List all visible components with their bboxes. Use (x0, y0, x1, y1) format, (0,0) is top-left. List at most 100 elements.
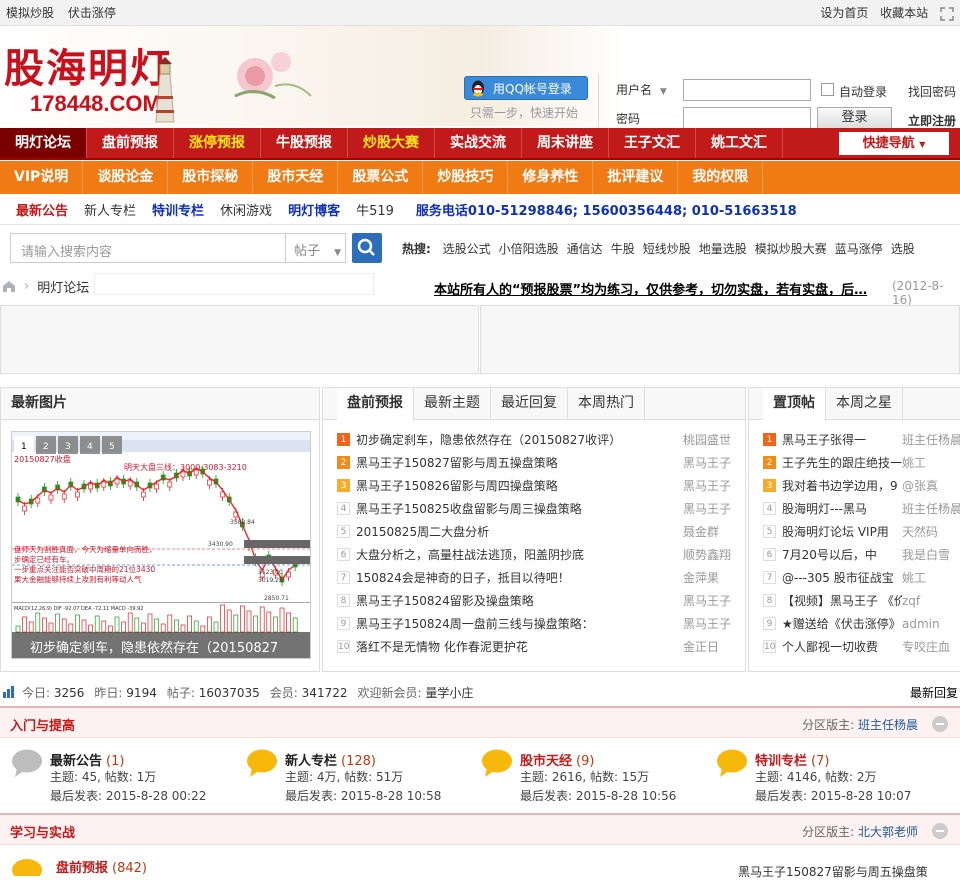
notice-text[interactable]: 本站所有人的“预报股票”均为练习，仅供参考，切勿实盘，若有实盘，后… (434, 279, 867, 298)
forum-last-post[interactable]: 最后发表: 2015-8-28 00:22 (50, 787, 206, 804)
link-set-homepage[interactable]: 设为首页 (820, 6, 868, 20)
list-item-title[interactable]: 黑马王子张得一 (782, 431, 902, 448)
list-item-author[interactable]: 姚工 (902, 454, 960, 471)
tab-2[interactable]: 最近回复 (491, 388, 568, 420)
subnav-item-8[interactable]: 我的权限 (678, 161, 764, 194)
list-item[interactable]: 1 黑马王子张得一 班主任杨晨 (763, 428, 960, 451)
hot-search-item[interactable]: 牛股 (611, 242, 635, 256)
list-item-author[interactable]: 金正日 (683, 638, 745, 655)
list-item-author[interactable]: 黑马王子 (683, 592, 745, 609)
ad-banner-left[interactable] (0, 305, 479, 374)
quicklink-5[interactable]: 牛519 (356, 200, 394, 219)
forum-name[interactable]: 特训专栏 (7) (755, 750, 829, 769)
search-type-select[interactable]: 帖子 ▼ (285, 234, 345, 262)
section-title[interactable]: 学习与实战 (10, 822, 75, 841)
hot-search-item[interactable]: 蓝马涨停 (835, 242, 883, 256)
forum-last-post[interactable]: 黑马王子150827留影与周五操盘策 (738, 863, 928, 880)
forum-last-post[interactable]: 最后发表: 2015-8-28 10:58 (285, 787, 441, 804)
list-item[interactable]: 9 ★赠送给《伏击涨停》 admin (763, 612, 960, 635)
forum-name[interactable]: 新人专栏 (128) (285, 750, 376, 769)
list-item-author[interactable]: zqf (902, 594, 960, 608)
list-item[interactable]: 5 股海明灯论坛 VIP用 天然码 (763, 520, 960, 543)
nav-item-2[interactable]: 涨停预报 (174, 128, 261, 158)
list-item-title[interactable]: 我对着书边学边用，9 (782, 477, 902, 494)
list-item-title[interactable]: 落红不是无情物 化作春泥更护花 (356, 638, 683, 655)
list-item-title[interactable]: 黑马王子150825收盘留影与周三操盘策略 (356, 500, 683, 517)
list-item-author[interactable]: 桃园盛世 (683, 431, 745, 448)
auto-login-label[interactable]: 自动登录 (839, 83, 887, 100)
list-item[interactable]: 7 150824会是神奇的日子，抵目以待吧！ 金萍果 (337, 566, 745, 589)
list-item[interactable]: 1 初步确定刹车，隐患依然存在（20150827收评） 桃园盛世 (337, 428, 745, 451)
find-password-link[interactable]: 找回密码 (908, 83, 956, 100)
search-button[interactable] (352, 233, 382, 263)
list-item[interactable]: 3 我对着书边学边用，9 @张真 (763, 474, 960, 497)
list-item-author[interactable]: 黑马王子 (683, 477, 745, 494)
list-item-title[interactable]: 个人鄙视一切收费 (782, 638, 902, 655)
list-item-title[interactable]: 股海明灯论坛 VIP用 (782, 523, 902, 540)
fullscreen-icon[interactable] (940, 6, 954, 21)
hot-search-item[interactable]: 选股 (891, 242, 915, 256)
list-item[interactable]: 7 @---305 股市征战宝 姚工 (763, 566, 960, 589)
forum-block[interactable]: 最新公告 (1) 主题: 45, 帖数: 1万 最后发表: 2015-8-28 00:… (10, 748, 240, 808)
subnav-item-2[interactable]: 股市探秘 (168, 161, 254, 194)
link-ambush-limit-up[interactable]: 伏击涨停 (68, 6, 116, 20)
list-item[interactable]: 2 黑马王子150827留影与周五操盘策略 黑马王子 (337, 451, 745, 474)
list-item[interactable]: 9 黑马王子150824周一盘前三线与操盘策略： 黑马王子 (337, 612, 745, 635)
list-item[interactable]: 6 大盘分析之，高量柱战法逃顶，阳盖阴抄底 顺势鑫翔 (337, 543, 745, 566)
tab-0[interactable]: 盘前预报 (337, 388, 414, 421)
quicklink-3[interactable]: 休闲游戏 (220, 200, 272, 219)
breadcrumb-current[interactable]: 明灯论坛 (37, 277, 89, 296)
nav-item-5[interactable]: 实战交流 (435, 128, 522, 158)
quick-nav-button[interactable]: 快捷导航 ▼ (838, 131, 950, 156)
list-item[interactable]: 5 20150825周二大盘分析 聂金群 (337, 520, 745, 543)
forum-name[interactable]: 最新公告 (1) (50, 750, 124, 769)
register-link[interactable]: 立即注册 (908, 112, 956, 129)
latest-reply-link[interactable]: 最新回复 (910, 684, 958, 701)
list-item-title[interactable]: 股海明灯---黑马 (782, 500, 902, 517)
moderator-link[interactable]: 班主任杨晨 (858, 718, 918, 732)
list-item-author[interactable]: 金萍果 (683, 569, 745, 586)
moderator-link[interactable]: 北大郭老师 (858, 825, 918, 839)
list-item[interactable]: 3 黑马王子150826留影与周四操盘策略 黑马王子 (337, 474, 745, 497)
quicklink-2[interactable]: 特训专栏 (152, 200, 204, 219)
list-item[interactable]: 2 王子先生的跟庄绝技一 姚工 (763, 451, 960, 474)
list-item-title[interactable]: 7月20号以后，中 (782, 546, 902, 563)
nav-item-0[interactable]: 明灯论坛 (0, 128, 87, 158)
collapse-icon[interactable] (932, 716, 948, 732)
list-item-author[interactable]: 顺势鑫翔 (683, 546, 745, 563)
forum-name-pre-market[interactable]: 盘前预报 (842) (56, 857, 147, 876)
subnav-item-4[interactable]: 股票公式 (338, 161, 424, 194)
list-item-author[interactable]: 班主任杨晨 (902, 431, 960, 448)
list-item-title[interactable]: 【视频】黑马王子 《价升 (782, 592, 902, 609)
forum-last-post[interactable]: 最后发表: 2015-8-28 10:07 (755, 787, 911, 804)
list-item-author[interactable]: 姚工 (902, 569, 960, 586)
nav-item-7[interactable]: 王子文汇 (609, 128, 696, 158)
hot-search-item[interactable]: 地量选股 (699, 242, 747, 256)
subnav-item-6[interactable]: 修身养性 (508, 161, 594, 194)
list-item-title[interactable]: 大盘分析之，高量柱战法逃顶，阳盖阴抄底 (356, 546, 683, 563)
forum-block[interactable]: 新人专栏 (128) 主题: 4万, 帖数: 51万 最后发表: 2015-8-28 … (245, 748, 475, 808)
tab-0[interactable]: 置顶帖 (763, 388, 826, 421)
subnav-item-5[interactable]: 炒股技巧 (423, 161, 509, 194)
nav-item-1[interactable]: 盘前预报 (87, 128, 174, 158)
list-item-title[interactable]: 初步确定刹车，隐患依然存在（20150827收评） (356, 431, 683, 448)
list-item[interactable]: 10 落红不是无情物 化作春泥更护花 金正日 (337, 635, 745, 658)
list-item-title[interactable]: 黑马王子150824周一盘前三线与操盘策略： (356, 615, 683, 632)
forum-block[interactable]: 股市天经 (9) 主题: 2616, 帖数: 15万 最后发表: 2015-8-28 … (480, 748, 710, 808)
list-item-title[interactable]: ★赠送给《伏击涨停》 (782, 615, 902, 632)
qq-login-button[interactable]: 用QQ帐号登录 (464, 76, 588, 100)
list-item[interactable]: 8 黑马王子150824留影及操盘策略 黑马王子 (337, 589, 745, 612)
list-item[interactable]: 4 股海明灯---黑马 班主任杨晨 (763, 497, 960, 520)
subnav-item-1[interactable]: 谈股论金 (83, 161, 169, 194)
subnav-item-7[interactable]: 批评建议 (593, 161, 679, 194)
list-item-author[interactable]: 班主任杨晨 (902, 500, 960, 517)
list-item[interactable]: 10 个人鄙视一切收费 专咬庄血 (763, 635, 960, 658)
list-item-author[interactable]: 我是白雪 (902, 546, 960, 563)
password-input[interactable] (683, 107, 811, 129)
forum-name[interactable]: 股市天经 (9) (520, 750, 594, 769)
ad-banner-right[interactable] (480, 305, 960, 374)
list-item[interactable]: 4 黑马王子150825收盘留影与周三操盘策略 黑马王子 (337, 497, 745, 520)
list-item-author[interactable]: 黑马王子 (683, 615, 745, 632)
list-item-author[interactable]: 黑马王子 (683, 500, 745, 517)
collapse-icon[interactable] (932, 823, 948, 839)
